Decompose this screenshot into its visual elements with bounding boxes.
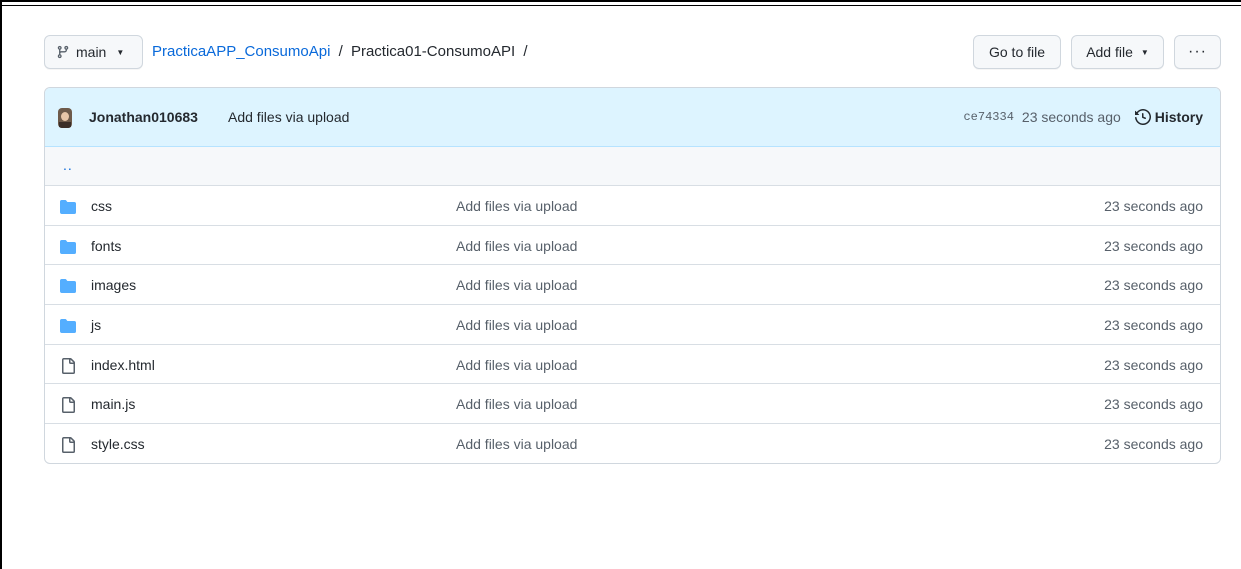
file-name-link[interactable]: fonts (91, 238, 121, 254)
file-commit-message-link[interactable]: Add files via upload (456, 357, 577, 373)
chevron-down-icon: ▼ (116, 47, 125, 57)
commit-author-link[interactable]: Jonathan010683 (89, 109, 198, 125)
file-row[interactable]: index.html Add files via upload 23 seconds… (45, 345, 1220, 385)
file-row[interactable]: js Add files via upload 23 seconds ago (45, 305, 1220, 345)
file-icon (60, 357, 76, 377)
file-name-link[interactable]: style.css (91, 436, 145, 452)
file-name-link[interactable]: js (91, 317, 101, 333)
file-icon (60, 437, 76, 456)
git-branch-icon (57, 45, 69, 59)
add-file-button[interactable]: Add file ▼ (1071, 35, 1164, 69)
branch-selector-button[interactable]: main ▼ (44, 35, 143, 69)
file-commit-message-link[interactable]: Add files via upload (456, 436, 577, 452)
folder-icon (60, 278, 76, 297)
branch-name: main (76, 44, 107, 60)
file-commit-message-link[interactable]: Add files via upload (456, 238, 577, 254)
file-list: Jonathan010683 Add files via upload ce74… (44, 87, 1221, 464)
avatar[interactable] (58, 108, 72, 128)
file-row[interactable]: main.js Add files via upload 23 seconds ag… (45, 384, 1220, 425)
file-age: 23 seconds ago (1104, 317, 1203, 334)
commit-meta: ce74334 23 seconds ago History (963, 109, 1203, 125)
folder-icon (60, 199, 76, 218)
chevron-down-icon: ▼ (1140, 47, 1149, 57)
file-commit-message-link[interactable]: Add files via upload (456, 198, 577, 214)
file-name-link[interactable]: main.js (91, 396, 135, 412)
commit-message-link[interactable]: Add files via upload (228, 109, 349, 125)
commit-time: 23 seconds ago (1021, 109, 1121, 125)
file-row[interactable]: css Add files via upload 23 seconds ago (45, 186, 1220, 226)
latest-commit-bar: Jonathan010683 Add files via upload ce74… (45, 88, 1220, 147)
breadcrumb-current-folder: Practica01-ConsumoAPI (350, 43, 516, 60)
add-file-label: Add file (1086, 44, 1133, 60)
history-link[interactable]: History (1134, 109, 1203, 125)
file-navigation: main ▼ PracticaAPP_ConsumoApi / Practica… (44, 35, 1221, 71)
file-commit-message-link[interactable]: Add files via upload (456, 317, 577, 333)
folder-icon (60, 239, 76, 258)
file-age: 23 seconds ago (1104, 277, 1203, 294)
file-age: 23 seconds ago (1104, 396, 1203, 413)
file-commit-message-link[interactable]: Add files via upload (456, 396, 577, 412)
parent-directory-link[interactable]: .. (63, 157, 73, 173)
file-age: 23 seconds ago (1104, 198, 1203, 214)
history-icon (1134, 109, 1151, 125)
parent-directory-row[interactable]: .. (45, 147, 1220, 186)
more-options-button[interactable]: ··· (1174, 35, 1221, 69)
file-row[interactable]: style.css Add files via upload 23 seconds … (45, 424, 1220, 463)
go-to-file-button[interactable]: Go to file (973, 35, 1061, 69)
breadcrumb: PracticaAPP_ConsumoApi / Practica01-Cons… (152, 43, 532, 60)
file-icon (60, 397, 76, 416)
breadcrumb-separator: / (338, 43, 343, 60)
file-age: 23 seconds ago (1104, 237, 1203, 254)
file-row[interactable]: fonts Add files via upload 23 seconds ago (45, 226, 1220, 266)
commit-sha-link[interactable]: ce74334 (963, 110, 1013, 124)
file-row[interactable]: images Add files via upload 23 seconds ago (45, 265, 1220, 306)
file-age: 23 seconds ago (1104, 356, 1203, 373)
history-label: History (1154, 109, 1203, 125)
folder-icon (60, 318, 76, 337)
file-rows: css Add files via upload 23 seconds ago fon… (45, 186, 1220, 463)
file-name-link[interactable]: images (91, 277, 136, 293)
file-age: 23 seconds ago (1104, 436, 1203, 453)
breadcrumb-repo-link[interactable]: PracticaAPP_ConsumoApi (152, 43, 330, 60)
file-name-link[interactable]: index.html (91, 357, 155, 373)
file-commit-message-link[interactable]: Add files via upload (456, 277, 577, 293)
breadcrumb-trailing-separator: / (523, 43, 528, 60)
file-name-link[interactable]: css (91, 198, 112, 214)
